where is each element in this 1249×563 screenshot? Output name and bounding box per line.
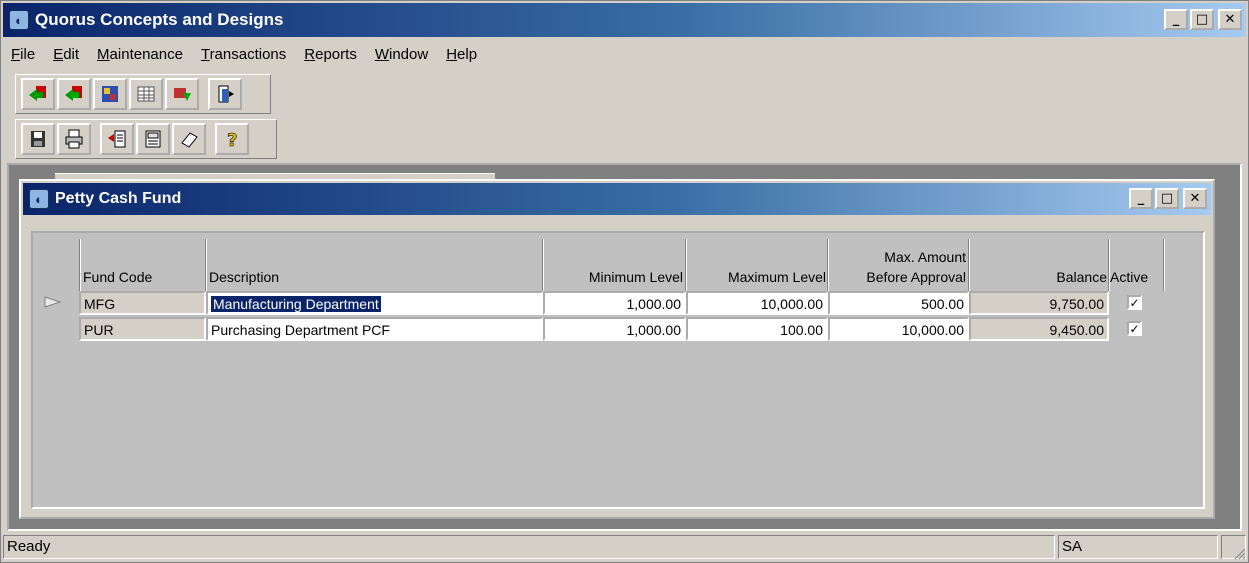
menu-maintenance[interactable]: Maintenance xyxy=(88,46,192,63)
menu-reports[interactable]: Reports xyxy=(295,46,366,63)
cell-maximum-level[interactable]: 10,000.00 xyxy=(686,291,828,315)
cell-fund-code[interactable]: MFG xyxy=(79,291,206,315)
image-icon xyxy=(102,86,118,102)
cell-minimum-level[interactable]: 1,000.00 xyxy=(543,291,686,315)
print-icon xyxy=(65,129,83,149)
resize-grip-icon[interactable] xyxy=(1232,546,1246,560)
status-user: SA xyxy=(1058,535,1218,559)
status-bar: Ready SA xyxy=(3,535,1246,561)
app-title: Quorus Concepts and Designs xyxy=(35,10,284,29)
active-checkbox[interactable]: ✓ xyxy=(1127,321,1142,336)
child-maximize-button[interactable]: □ xyxy=(1155,188,1179,209)
menu-transactions[interactable]: Transactions xyxy=(192,46,295,63)
grid-icon xyxy=(137,86,155,102)
add-record-icon xyxy=(108,130,126,148)
current-row-indicator-icon xyxy=(44,296,62,308)
menu-window[interactable]: Window xyxy=(366,46,437,63)
cell-maximum-level[interactable]: 100.00 xyxy=(686,317,828,341)
back-button[interactable] xyxy=(21,78,55,110)
menu-edit[interactable]: Edit xyxy=(44,46,88,63)
child-close-button[interactable]: ✕ xyxy=(1183,188,1207,209)
header-max-amount-line1[interactable]: Max. Amount xyxy=(830,249,966,266)
maximize-button[interactable]: □ xyxy=(1190,9,1214,30)
header-maximum-level[interactable]: Maximum Level xyxy=(688,269,826,286)
petty-cash-fund-window: ◐ Petty Cash Fund _ □ ✕ Fund Code Descri… xyxy=(19,179,1215,519)
save-button[interactable] xyxy=(21,123,55,155)
transfer-icon xyxy=(174,88,191,101)
save-icon xyxy=(31,131,45,147)
child-window-icon[interactable]: ◐ xyxy=(29,189,49,209)
exit-door-icon xyxy=(218,85,234,103)
header-active[interactable]: Active xyxy=(1110,269,1148,286)
minimize-button[interactable]: _ xyxy=(1164,9,1188,30)
column-separator[interactable] xyxy=(968,239,970,291)
close-button[interactable]: ✕ xyxy=(1218,9,1242,30)
column-separator[interactable] xyxy=(542,239,544,291)
print-button[interactable] xyxy=(57,123,91,155)
column-separator[interactable] xyxy=(205,239,207,291)
child-window-controls: _ □ ✕ xyxy=(1129,188,1207,209)
cell-fund-code[interactable]: PUR xyxy=(79,317,206,341)
notes-button[interactable] xyxy=(136,123,170,155)
cell-max-amount[interactable]: 10,000.00 xyxy=(828,317,969,341)
child-titlebar[interactable]: ◐ Petty Cash Fund _ □ ✕ xyxy=(23,183,1211,215)
cell-description[interactable]: Manufacturing Department xyxy=(206,291,543,315)
main-window: ◐ Quorus Concepts and Designs _ □ ✕ File… xyxy=(0,0,1249,563)
add-record-button[interactable] xyxy=(100,123,134,155)
eraser-icon xyxy=(181,132,198,148)
cell-max-amount[interactable]: 500.00 xyxy=(828,291,969,315)
toolbar-record: ? xyxy=(15,119,277,159)
cell-balance: 9,750.00 xyxy=(969,291,1109,315)
arrow-back-icon xyxy=(29,86,46,101)
selected-text: Manufacturing Department xyxy=(211,296,381,312)
child-title: Petty Cash Fund xyxy=(55,190,182,207)
header-max-amount-line2[interactable]: Before Approval xyxy=(830,269,966,286)
back-alt-button[interactable] xyxy=(57,78,91,110)
cell-balance: 9,450.00 xyxy=(969,317,1109,341)
cell-minimum-level[interactable]: 1,000.00 xyxy=(543,317,686,341)
menu-help[interactable]: Help xyxy=(437,46,486,63)
column-separator[interactable] xyxy=(827,239,829,291)
column-separator[interactable] xyxy=(79,239,81,291)
child-minimize-button[interactable]: _ xyxy=(1129,188,1153,209)
window-controls: _ □ ✕ xyxy=(1164,9,1242,30)
help-icon: ? xyxy=(227,130,238,150)
image-button[interactable] xyxy=(93,78,127,110)
header-balance[interactable]: Balance xyxy=(971,269,1107,286)
toolbar-navigation xyxy=(15,74,271,114)
exit-button[interactable] xyxy=(208,78,242,110)
menu-bar: File Edit Maintenance Transactions Repor… xyxy=(3,39,1246,69)
status-message: Ready xyxy=(3,535,1055,559)
header-minimum-level[interactable]: Minimum Level xyxy=(545,269,683,286)
fund-grid: Fund Code Description Minimum Level Maxi… xyxy=(31,231,1205,509)
help-button[interactable]: ? xyxy=(215,123,249,155)
header-fund-code[interactable]: Fund Code xyxy=(83,269,152,286)
header-description[interactable]: Description xyxy=(209,269,279,286)
grid-button[interactable] xyxy=(129,78,163,110)
column-separator[interactable] xyxy=(1163,239,1165,291)
menu-file[interactable]: File xyxy=(9,46,44,63)
transfer-button[interactable] xyxy=(165,78,199,110)
app-icon[interactable]: ◐ xyxy=(9,10,29,30)
svg-text:?: ? xyxy=(227,130,237,150)
active-checkbox[interactable]: ✓ xyxy=(1127,295,1142,310)
notes-icon xyxy=(145,130,161,148)
arrow-back-alt-icon xyxy=(65,86,82,101)
app-titlebar[interactable]: ◐ Quorus Concepts and Designs _ □ ✕ xyxy=(3,3,1246,37)
column-separator[interactable] xyxy=(685,239,687,291)
eraser-button[interactable] xyxy=(172,123,206,155)
cell-description[interactable]: Purchasing Department PCF xyxy=(206,317,543,341)
